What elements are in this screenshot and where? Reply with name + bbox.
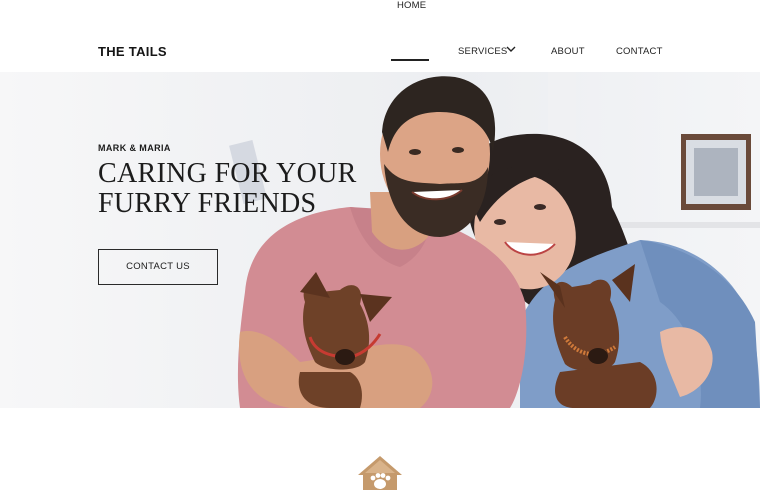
hero-headline: CARING FOR YOUR FURRY FRIENDS bbox=[98, 159, 398, 219]
nav-contact[interactable]: CONTACT bbox=[616, 46, 663, 57]
nav-active-underline bbox=[391, 59, 429, 61]
hero-banner: MARK & MARIA CARING FOR YOUR FURRY FRIEN… bbox=[0, 72, 760, 408]
paw-house-icon bbox=[358, 456, 402, 490]
hero-headline-line-1: CARING FOR YOUR bbox=[98, 158, 357, 189]
site-logo[interactable]: THE TAILS bbox=[98, 44, 167, 59]
hero-eyebrow: MARK & MARIA bbox=[98, 143, 171, 153]
contact-us-button[interactable]: CONTACT US bbox=[98, 249, 218, 285]
nav-about[interactable]: ABOUT bbox=[551, 46, 585, 57]
nav-services[interactable]: SERVICES bbox=[458, 46, 507, 57]
hero-photo-couple-with-dogs bbox=[237, 76, 760, 408]
hero-headline-line-2: FURRY FRIENDS bbox=[98, 188, 317, 219]
site-header: THE TAILS HOME SERVICES ABOUT CONTACT bbox=[0, 0, 760, 72]
chevron-down-icon[interactable] bbox=[506, 45, 516, 53]
nav-home[interactable]: HOME bbox=[397, 0, 426, 11]
